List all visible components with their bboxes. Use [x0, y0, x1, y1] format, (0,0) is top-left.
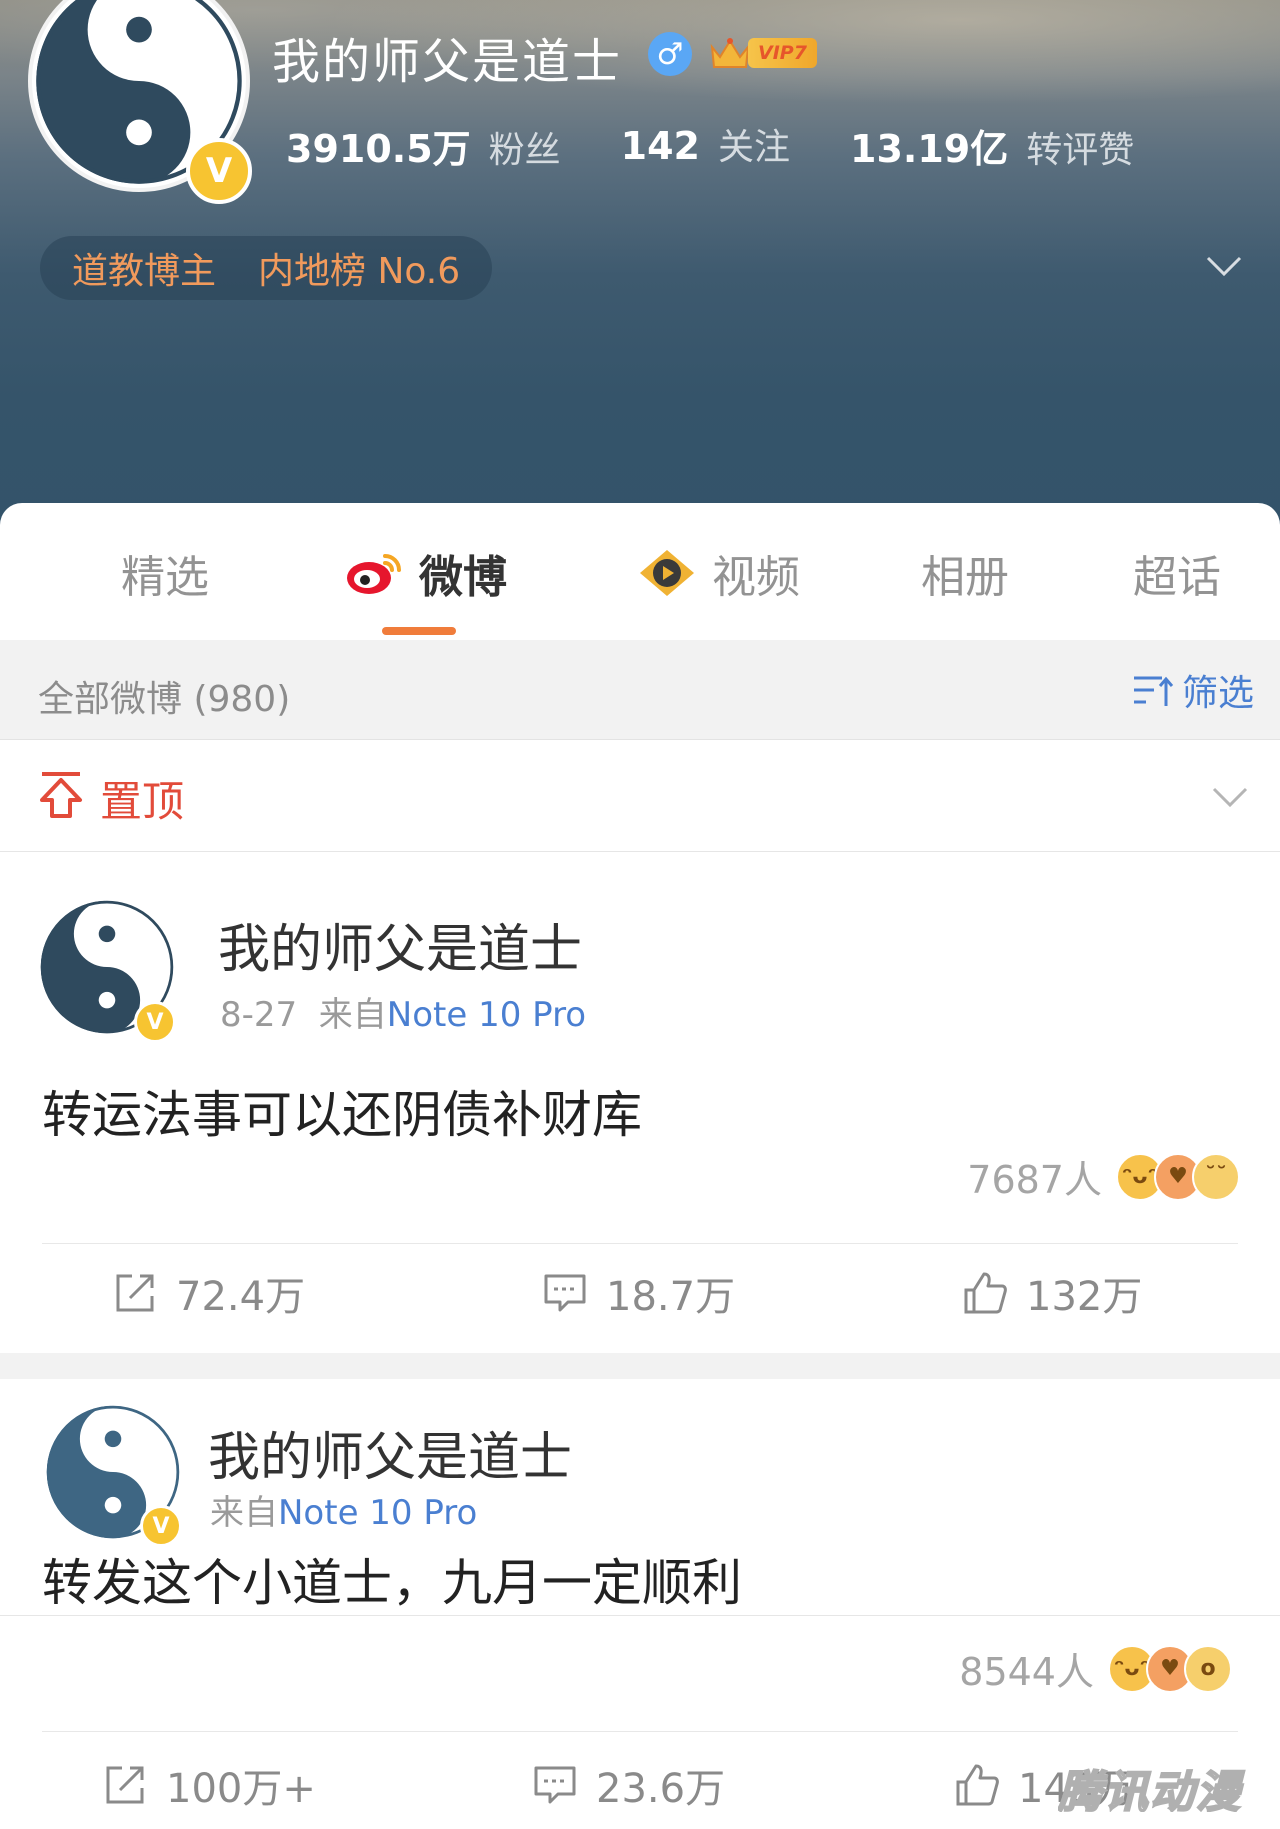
- like-count: 132万: [1026, 1274, 1143, 1320]
- pin-top-icon: [40, 772, 82, 818]
- filter-bar: 全部微博 (980) 筛选: [0, 640, 1280, 740]
- filter-label: 筛选: [1181, 673, 1254, 714]
- comment-count: 18.7万: [606, 1274, 736, 1320]
- post-source-prefix: 来自: [318, 995, 387, 1035]
- profile-header: V 我的师父是道士 ♂ VIP7 3910.5万 粉丝 142 关注 13.19…: [0, 0, 1280, 530]
- thumbs-up-icon: [964, 1272, 1007, 1314]
- vip-level: VIP7: [748, 38, 817, 68]
- fans-stat[interactable]: 3910.5万 粉丝: [286, 118, 561, 173]
- divider: [0, 1615, 1280, 1616]
- chevron-down-icon[interactable]: [1210, 784, 1250, 810]
- pinned-label: 置顶: [100, 777, 185, 826]
- weibo-logo-icon: [347, 554, 401, 594]
- crown-icon: [710, 38, 750, 68]
- comment-icon: [534, 1766, 576, 1804]
- post-card[interactable]: V 我的师父是道士 8-27 来自Note 10 Pro 转运法事可以还阴债补财…: [0, 853, 1280, 1353]
- tab-weibo[interactable]: 微博: [330, 541, 520, 605]
- tag-ranking: 内地榜 No.6: [258, 251, 461, 292]
- surprised-emoji-icon: o: [1184, 1644, 1232, 1693]
- engagement-label: 转评赞: [1026, 130, 1135, 171]
- video-play-icon: [640, 550, 694, 596]
- tab-label: 精选: [121, 552, 209, 603]
- post-source[interactable]: Note 10 Pro: [387, 995, 586, 1035]
- reaction-count: 8544人: [959, 1650, 1094, 1694]
- post-source[interactable]: Note 10 Pro: [278, 1493, 477, 1533]
- comment-button[interactable]: 18.7万: [542, 1263, 735, 1323]
- post-text: 转发这个小道士，九月一定顺利: [42, 1554, 742, 1612]
- thumbs-up-icon: [956, 1764, 999, 1806]
- profile-tags[interactable]: 道教博主 内地榜 No.6: [40, 236, 493, 300]
- comment-count: 23.6万: [596, 1766, 726, 1812]
- tab-supertopic[interactable]: 超话: [1112, 541, 1242, 605]
- post-date: 8-27: [220, 995, 298, 1035]
- post-author[interactable]: 我的师父是道士: [218, 907, 582, 982]
- engagement-stat[interactable]: 13.19亿 转评赞: [850, 118, 1134, 173]
- filter-button[interactable]: 筛选: [1132, 664, 1254, 716]
- like-button[interactable]: 132万: [962, 1263, 1142, 1323]
- reaction-count: 7687人: [967, 1158, 1102, 1202]
- post-meta: 来自Note 10 Pro: [210, 1485, 477, 1534]
- tab-album[interactable]: 相册: [900, 541, 1030, 605]
- profile-stats: 3910.5万 粉丝 142 关注 13.19亿 转评赞: [286, 118, 1194, 173]
- verified-badge-icon: V: [134, 1001, 176, 1043]
- tab-label: 视频: [712, 552, 800, 603]
- profile-tabs: 精选 微博 视频 相册 超话: [0, 503, 1280, 640]
- tab-label: 相册: [921, 552, 1009, 603]
- chevron-down-icon[interactable]: [1204, 252, 1244, 280]
- engagement-count: 13.19亿: [850, 127, 1009, 171]
- weibo-profile-page: V 我的师父是道士 ♂ VIP7 3910.5万 粉丝 142 关注 13.19…: [0, 0, 1280, 1829]
- reaction-summary[interactable]: 7687人 ᵔᴗᵔ ♥ ˘˘: [967, 1149, 1240, 1204]
- vip-badge[interactable]: VIP7: [708, 34, 817, 72]
- verified-badge-icon: V: [140, 1505, 182, 1547]
- post-author[interactable]: 我的师父是道士: [208, 1415, 572, 1490]
- verified-badge-icon: V: [186, 138, 252, 204]
- all-posts-count: 全部微博 (980): [38, 679, 291, 720]
- divider: [42, 1731, 1238, 1732]
- sleepy-emoji-icon: ˘˘: [1192, 1152, 1240, 1201]
- tag-category: 道教博主: [72, 251, 217, 292]
- post-text: 转运法事可以还阴债补财库: [42, 1086, 642, 1144]
- repost-icon: [106, 1766, 144, 1804]
- active-tab-indicator: [382, 627, 456, 635]
- post-source-prefix: 来自: [210, 1493, 278, 1533]
- watermark-logo: 腾讯动漫: [1058, 1766, 1242, 1812]
- pinned-bar[interactable]: 置顶: [0, 740, 1280, 852]
- repost-count: 72.4万: [176, 1274, 306, 1320]
- comment-button[interactable]: 23.6万: [532, 1755, 725, 1815]
- following-stat[interactable]: 142 关注: [621, 118, 790, 173]
- profile-name: 我的师父是道士: [272, 34, 623, 90]
- divider: [42, 1243, 1238, 1244]
- post-actions: 72.4万 18.7万 132万: [0, 1253, 1280, 1333]
- post-separator: [0, 1353, 1280, 1379]
- post-meta: 8-27 来自Note 10 Pro: [220, 987, 586, 1036]
- tab-video[interactable]: 视频: [628, 541, 808, 605]
- tab-label: 超话: [1133, 552, 1221, 603]
- fans-label: 粉丝: [488, 130, 561, 171]
- repost-button[interactable]: 100万+: [102, 1755, 316, 1815]
- following-count: 142: [620, 124, 700, 168]
- repost-button[interactable]: 72.4万: [112, 1263, 305, 1323]
- male-gender-icon: ♂: [648, 32, 692, 76]
- comment-icon: [544, 1274, 586, 1312]
- fans-count: 3910.5万: [286, 127, 471, 171]
- repost-icon: [116, 1274, 154, 1312]
- repost-count: 100万+: [166, 1766, 316, 1812]
- tab-label: 微博: [419, 552, 507, 603]
- tab-featured[interactable]: 精选: [100, 541, 230, 605]
- filter-icon: [1133, 676, 1174, 706]
- following-label: 关注: [717, 127, 790, 168]
- reaction-summary[interactable]: 8544人 ᵔᴗᵔ ♥ o: [959, 1641, 1232, 1696]
